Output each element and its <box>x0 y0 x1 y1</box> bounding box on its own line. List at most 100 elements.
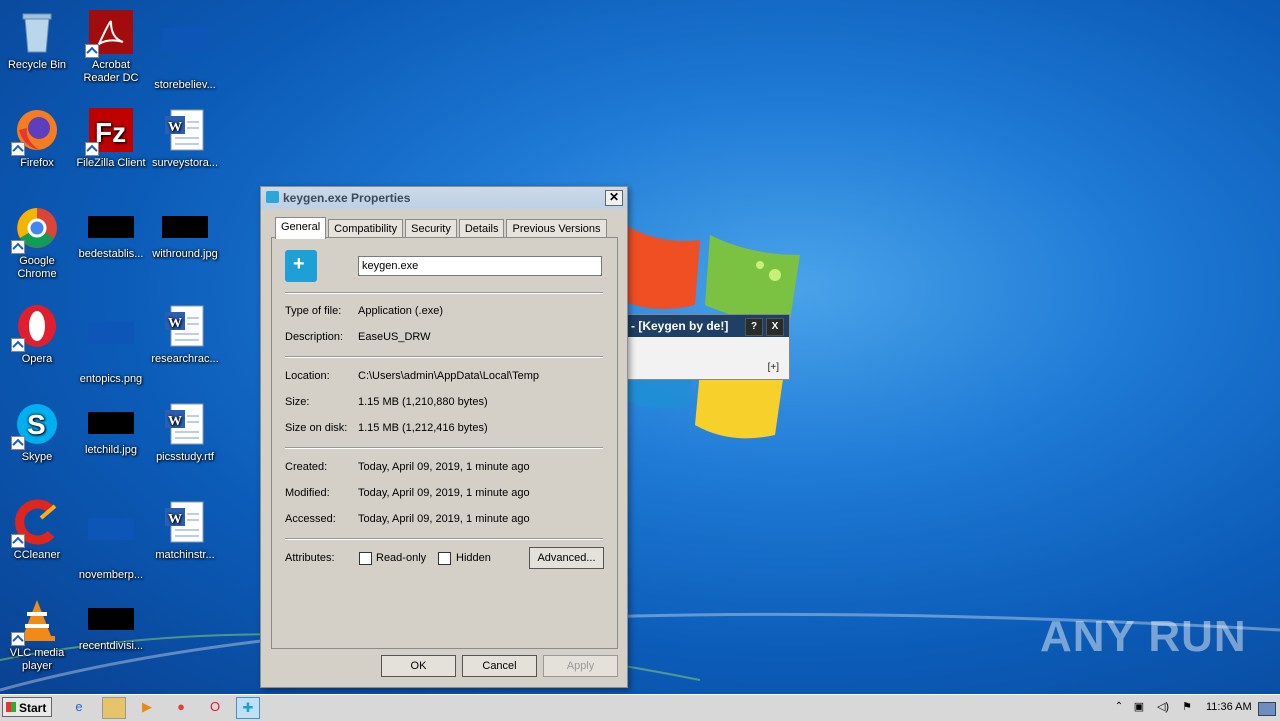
desktop-icon-filezilla[interactable]: Fz FileZilla Client <box>74 102 148 170</box>
svg-text:W: W <box>168 414 182 429</box>
desktop-icon-label: Opera <box>21 353 53 365</box>
desktop-icon-storebeliev[interactable]: storebeliev... <box>148 4 222 92</box>
desktop-icon-label: Recycle Bin <box>7 59 67 71</box>
size-label: Size: <box>285 396 310 408</box>
readonly-checkbox[interactable] <box>359 552 372 565</box>
desktop-icon-label: Skype <box>21 451 53 463</box>
file-icon <box>87 322 135 370</box>
desktop-icon-surveystora[interactable]: W surveystora... <box>148 102 222 170</box>
recycle-bin-icon <box>13 8 61 56</box>
desktop-icon-recycle-bin[interactable]: Recycle Bin <box>0 4 74 72</box>
acrobat-icon <box>85 8 135 58</box>
keygen-title-bar[interactable]: 2 - [Keygen by de!] ? X <box>607 315 789 337</box>
desktop-icon-entopics[interactable]: entopics.png <box>74 298 148 386</box>
desktop-icon-label: storebeliev... <box>154 79 216 91</box>
hidden-checkbox[interactable] <box>438 552 451 565</box>
clock[interactable]: 11:36 AM <box>1206 701 1252 713</box>
close-button[interactable]: ✕ <box>605 190 623 206</box>
desktop-icon-novemberp[interactable]: novemberp... <box>74 494 148 582</box>
description-label: Description: <box>285 331 344 343</box>
tab-compatibility[interactable]: Compatibility <box>328 219 404 238</box>
desktop-icon-ccleaner[interactable]: CCleaner <box>0 494 74 562</box>
accessed-label: Accessed: <box>285 513 336 525</box>
vlc-icon <box>11 596 61 646</box>
desktop-icon-chrome[interactable]: Google Chrome <box>0 200 74 281</box>
desktop-icon-label: FileZilla Client <box>76 157 146 169</box>
tab-previous-versions[interactable]: Previous Versions <box>506 219 607 238</box>
desktop-icon-acrobat[interactable]: Acrobat Reader DC <box>74 4 148 85</box>
ccleaner-icon <box>11 498 61 548</box>
tab-general[interactable]: General <box>275 217 327 239</box>
keygen-close-button[interactable]: X <box>766 318 784 336</box>
general-panel: Type of file: Application (.exe) Descrip… <box>271 237 618 649</box>
desktop-icon-withround[interactable]: withround.jpg <box>148 200 222 261</box>
svg-text:W: W <box>168 512 182 527</box>
cancel-button[interactable]: Cancel <box>462 655 537 677</box>
desktop-icon-firefox[interactable]: Firefox <box>0 102 74 170</box>
desktop-icon-researchrac[interactable]: W researchrac... <box>148 298 222 366</box>
desktop-icon-opera[interactable]: Opera <box>0 298 74 366</box>
desktop-icon-vlc[interactable]: VLC media player <box>0 592 74 673</box>
keygen-expand-button[interactable]: [+] <box>768 362 779 373</box>
tab-security[interactable]: Security <box>405 219 457 238</box>
tab-details[interactable]: Details <box>458 219 505 238</box>
apply-button[interactable]: Apply <box>543 655 618 677</box>
word-document-icon: W <box>161 400 209 448</box>
chrome-icon <box>11 204 61 254</box>
size-value: 1.15 MB (1,210,880 bytes) <box>358 396 488 408</box>
filename-field[interactable] <box>358 256 602 276</box>
tray-expand-icon[interactable]: ⌃ <box>1108 697 1130 717</box>
svg-text:W: W <box>168 316 182 331</box>
hidden-label: Hidden <box>456 552 491 564</box>
image-thumbnail-icon <box>162 216 208 238</box>
dialog-title-bar[interactable]: keygen.exe Properties ✕ <box>261 187 627 209</box>
advanced-button[interactable]: Advanced... <box>529 547 604 569</box>
word-document-icon: W <box>161 498 209 546</box>
description-value: EaseUS_DRW <box>358 331 431 343</box>
desktop-icon-label: letchild.jpg <box>85 444 137 456</box>
readonly-label: Read-only <box>376 552 427 564</box>
desktop-icon-label: Firefox <box>20 157 54 169</box>
keygen-taskbar-button[interactable]: ✚ <box>236 697 260 719</box>
network-icon[interactable]: ▣ <box>1128 697 1150 717</box>
desktop-icon-recentdivisi[interactable]: recentdivisi... <box>74 592 148 653</box>
desktop-icon-picsstudy[interactable]: W picsstudy.rtf <box>148 396 222 464</box>
desktop-icon-label: novemberp... <box>78 569 144 581</box>
show-desktop-icon[interactable] <box>1258 702 1276 716</box>
desktop-icon-label: matchinstr... <box>155 549 215 561</box>
desktop-icon-label: withround.jpg <box>152 248 218 260</box>
opera-taskbar-icon[interactable]: O <box>204 697 226 717</box>
folder-icon[interactable] <box>102 697 126 719</box>
desktop-icon-matchinstr[interactable]: W matchinstr... <box>148 494 222 562</box>
desktop-icon-skype[interactable]: S Skype <box>0 396 74 464</box>
filezilla-icon: Fz <box>85 106 135 156</box>
taskbar: Start e ▶ ● O ✚ ⌃ ▣ ◁) ⚑ 11:36 AM <box>0 694 1280 721</box>
file-icon <box>161 28 209 76</box>
desktop-icon-label: researchrac... <box>151 353 219 365</box>
image-thumbnail-icon <box>88 608 134 630</box>
watermark-text: ANY RUN <box>1040 612 1247 661</box>
svg-text:Fz: Fz <box>95 117 126 148</box>
file-type-icon <box>285 250 317 282</box>
word-document-icon: W <box>161 302 209 350</box>
desktop-icon-letchild[interactable]: letchild.jpg <box>74 396 148 457</box>
media-player-icon[interactable]: ▶ <box>136 697 158 717</box>
keygen-window[interactable]: 2 - [Keygen by de!] ? X [+] <box>606 314 790 380</box>
type-value: Application (.exe) <box>358 305 443 317</box>
svg-text:S: S <box>27 409 46 440</box>
desktop-icon-label: bedestablis... <box>78 248 144 260</box>
chrome-taskbar-icon[interactable]: ● <box>170 697 192 717</box>
location-label: Location: <box>285 370 330 382</box>
desktop-icon-label: VLC media player <box>9 647 65 672</box>
start-button[interactable]: Start <box>2 697 52 717</box>
desktop-icon-label: surveystora... <box>151 157 219 169</box>
keygen-help-button[interactable]: ? <box>745 318 763 336</box>
svg-text:W: W <box>168 120 182 135</box>
created-value: Today, April 09, 2019, 1 minute ago <box>358 461 530 473</box>
action-center-flag-icon[interactable]: ⚑ <box>1176 697 1198 717</box>
volume-icon[interactable]: ◁) <box>1152 697 1174 717</box>
location-value: C:\Users\admin\AppData\Local\Temp <box>358 370 539 382</box>
internet-explorer-icon[interactable]: e <box>68 697 90 717</box>
desktop-icon-bedestablis[interactable]: bedestablis... <box>74 200 148 261</box>
ok-button[interactable]: OK <box>381 655 456 677</box>
